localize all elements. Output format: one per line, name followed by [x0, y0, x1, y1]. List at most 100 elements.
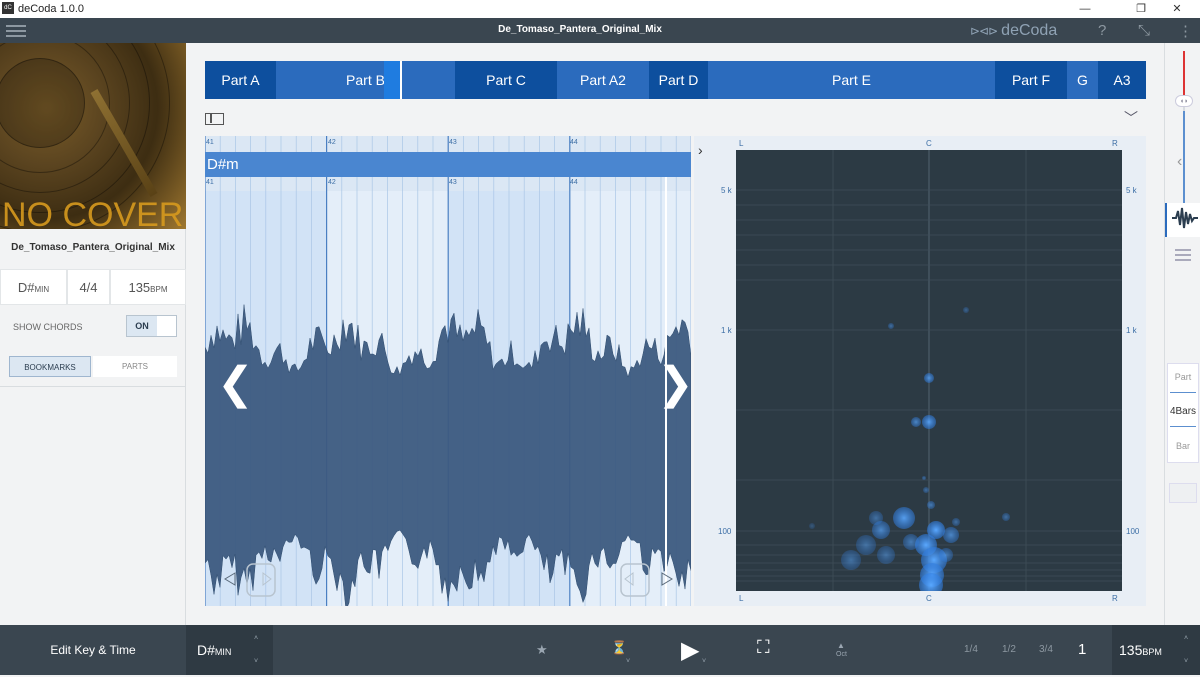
key-mode: MIN	[214, 647, 232, 657]
part-block[interactable]: Part D	[649, 61, 708, 99]
bar-number: 44	[570, 179, 578, 186]
pan-label: L	[739, 594, 744, 603]
list-icon	[1175, 249, 1191, 261]
help-icon[interactable]: ?	[1098, 22, 1106, 39]
layout-toggle-icon[interactable]	[205, 113, 224, 125]
window-title: deCoda 1.0.0	[18, 3, 85, 15]
part-block[interactable]: Part F	[995, 61, 1067, 99]
part-block[interactable]: Part A2	[557, 61, 649, 99]
time-signature: 4/4	[67, 269, 110, 305]
play-menu-arrow-icon[interactable]: ˅	[702, 656, 706, 667]
waveform-canvas	[205, 136, 691, 606]
key-up-arrow-icon[interactable]: ˄	[254, 633, 258, 644]
tempo-up-arrow-icon[interactable]: ˄	[1184, 633, 1188, 644]
pan-label: C	[926, 594, 932, 603]
bar-number: 41	[206, 139, 214, 146]
current-beat: 1	[1078, 641, 1087, 658]
pan-label: R	[1112, 594, 1118, 603]
list-mode-button[interactable]	[1165, 241, 1200, 271]
tempo-display: 135BPM	[110, 269, 186, 305]
tempo-value: 135	[1119, 642, 1143, 658]
bar-number: 43	[449, 179, 457, 186]
minimize-button[interactable]: —	[1062, 0, 1108, 18]
freq-label: 5 k	[721, 186, 732, 195]
part-block[interactable]: Part E	[708, 61, 995, 99]
key-selector[interactable]: D#MIN	[186, 625, 273, 675]
transport-bar: Edit Key & Time D#MIN ˄ ˅ ★ ⏳ ˅ ▶ ˅ ⛶ ▲ …	[0, 625, 1200, 675]
spectrum-panel[interactable]: › L C R L C R 5 k 1 k 100 5 k 1 k 100	[694, 136, 1146, 606]
bar-number: 42	[328, 139, 336, 146]
parts-timeline[interactable]: Part A Part B Part C Part A2 Part D Part E Par…	[205, 61, 1146, 99]
mini-toggle[interactable]	[1169, 483, 1197, 503]
freq-label: 1 k	[721, 326, 732, 335]
metronome-icon[interactable]: ⏳	[611, 640, 627, 656]
tempo-unit: BPM	[1142, 647, 1162, 657]
key-value: D#	[197, 642, 215, 658]
view-option-4bars[interactable]: 4Bars	[1168, 406, 1198, 417]
octave-up-icon[interactable]: ▲	[837, 641, 845, 650]
waveform-mode-button[interactable]	[1165, 203, 1200, 237]
app-window: dC deCoda 1.0.0 — ❐ ✕ De_Tomaso_Pantera_…	[0, 0, 1200, 675]
panel-divider	[0, 386, 186, 387]
spectrum-canvas	[736, 150, 1122, 591]
pan-label: R	[1112, 139, 1118, 148]
album-cover: NO COVER	[0, 43, 186, 229]
spectrum-plot	[736, 150, 1122, 591]
metronome-menu-arrow-icon[interactable]: ˅	[626, 656, 630, 667]
volume-knob-icon[interactable]: ◖◗	[1175, 95, 1193, 107]
logo-mark-icon: ⊳⊲⊳	[970, 24, 998, 38]
waveform-icon	[1172, 207, 1198, 229]
beat-option[interactable]: 1/2	[1002, 644, 1016, 655]
show-chords-toggle[interactable]: ON	[126, 315, 177, 337]
timeline-playhead[interactable]	[384, 61, 402, 99]
collapse-icon[interactable]: ‹	[1177, 153, 1182, 171]
more-icon[interactable]: ⋮	[1178, 22, 1193, 40]
key-mode: MIN	[34, 285, 50, 294]
pan-label: C	[926, 139, 932, 148]
next-arrow-icon[interactable]: ❯	[657, 362, 691, 406]
volume-slider[interactable]	[1183, 51, 1185, 211]
tab-bookmarks[interactable]: BOOKMARKS	[9, 356, 91, 377]
chevron-down-icon[interactable]: ﹀	[1124, 108, 1138, 128]
chord-label: D#m	[207, 156, 239, 173]
decoda-logo: ⊳⊲⊳ deCoda	[970, 22, 1057, 40]
freq-label: 100	[1126, 527, 1140, 536]
fullscreen-icon[interactable]: ⤡	[1138, 22, 1150, 39]
tempo-value: 135	[128, 280, 151, 295]
loop-region-icon[interactable]: ⛶	[757, 637, 770, 658]
expand-icon[interactable]: ›	[698, 142, 703, 158]
view-option-bar[interactable]: Bar	[1168, 441, 1198, 451]
app-icon: dC	[2, 2, 14, 14]
tempo-down-arrow-icon[interactable]: ˅	[1184, 656, 1188, 667]
key-value: D#	[17, 280, 35, 295]
title-bar: dC deCoda 1.0.0 — ❐ ✕	[0, 0, 1200, 18]
part-block[interactable]: Part B	[276, 61, 455, 99]
chord-lane: D#m	[205, 152, 691, 177]
part-block[interactable]: A3	[1098, 61, 1146, 99]
waveform-panel[interactable]: D#m 41 42 43 44 41 42 43 44 ❮ ❯	[205, 136, 691, 606]
tab-parts[interactable]: PARTS	[93, 356, 177, 377]
play-icon[interactable]: ▶	[681, 636, 699, 665]
logo-text: deCoda	[1001, 22, 1058, 39]
edit-key-time-button[interactable]: Edit Key & Time	[0, 625, 186, 675]
no-cover-text: NO COVER	[2, 196, 184, 229]
key-down-arrow-icon[interactable]: ˅	[254, 656, 258, 667]
freq-label: 5 k	[1126, 186, 1137, 195]
beat-option[interactable]: 3/4	[1039, 644, 1053, 655]
part-block[interactable]: G	[1067, 61, 1098, 99]
freq-label: 100	[718, 527, 732, 536]
freq-label: 1 k	[1126, 326, 1137, 335]
part-block[interactable]: Part C	[455, 61, 557, 99]
bar-number: 43	[449, 139, 457, 146]
beat-option[interactable]: 1/4	[964, 644, 978, 655]
previous-arrow-icon[interactable]: ❮	[217, 362, 254, 406]
close-button[interactable]: ✕	[1154, 0, 1200, 18]
view-option-part[interactable]: Part	[1168, 372, 1198, 382]
track-info-panel: NO COVER De_Tomaso_Pantera_Original_Mix …	[0, 43, 186, 625]
part-block[interactable]: Part A	[205, 61, 276, 99]
bookmark-star-icon[interactable]: ★	[536, 642, 548, 658]
pan-label: L	[739, 139, 744, 148]
octave-label: Oct	[836, 651, 847, 658]
bar-number: 42	[328, 179, 336, 186]
zoom-view-selector[interactable]: Part 4Bars Bar	[1167, 363, 1199, 463]
